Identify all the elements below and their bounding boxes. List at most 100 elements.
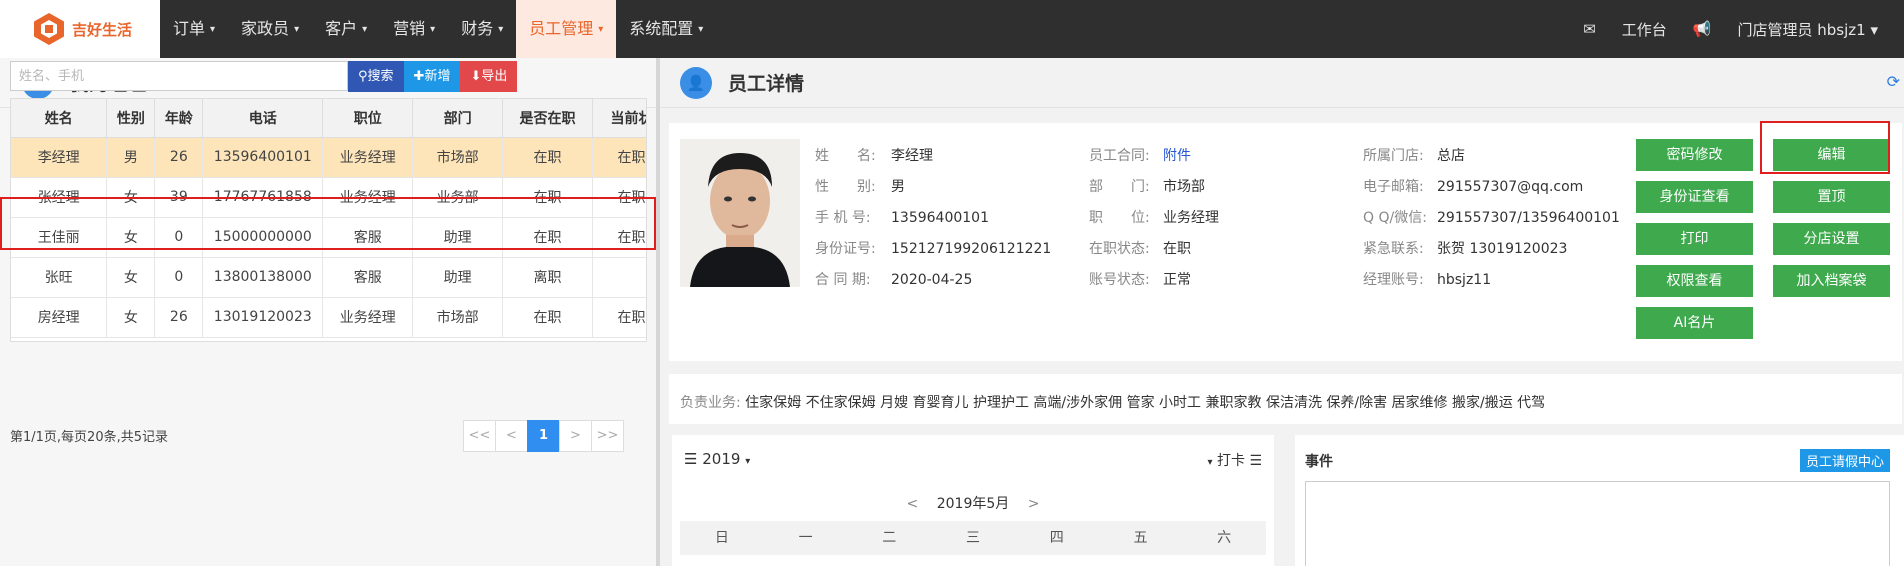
column-header[interactable]: 姓名: [11, 99, 108, 138]
nav-system-config[interactable]: 系统配置 ▾: [616, 0, 716, 58]
edit-button-highlight: [1760, 121, 1890, 174]
main-nav: 订单 ▾ 家政员 ▾ 客户 ▾ 营销 ▾ 财务 ▾ 员工管理 ▾ 系统配置 ▾: [160, 0, 716, 58]
weekday-label: 日: [714, 530, 729, 546]
export-button[interactable]: ⬇导出: [460, 61, 518, 92]
nav-right: ✉ 工作台 📢 门店管理员 hbsjz1 ▾: [1583, 0, 1904, 58]
events-card: 事件 员工请假中心: [1295, 435, 1904, 566]
ai-card-button[interactable]: AI名片: [1636, 307, 1753, 339]
megaphone-icon[interactable]: 📢: [1693, 20, 1712, 38]
search-button[interactable]: ⚲搜索: [348, 61, 404, 92]
cell-status: 在职: [592, 297, 646, 338]
cell-employed: 在职: [502, 137, 593, 178]
page-last-button[interactable]: >>: [591, 420, 624, 452]
column-header[interactable]: 当前状: [592, 99, 646, 138]
workbench-link[interactable]: 工作台: [1622, 19, 1667, 40]
nav-staff-management[interactable]: 员工管理 ▾: [516, 0, 617, 58]
add-to-archive-button[interactable]: 加入档案袋: [1773, 265, 1890, 297]
search-input[interactable]: [10, 61, 348, 91]
column-header[interactable]: 性别: [106, 99, 156, 138]
info-column-job: 员工合同: 附件 部 门: 市场部 职 位: 业务经理 在职状态: 在职 账号状态: 正常: [1089, 141, 1219, 296]
cell-employed: 在职: [502, 217, 593, 258]
info-row: Q Q/微信: 291557307/13596400101: [1363, 210, 1620, 226]
cell-phone: 13596400101: [202, 137, 324, 178]
cell-department: 助理: [412, 257, 504, 298]
info-row: 手 机 号: 13596400101: [815, 210, 989, 226]
info-row: 性 别: 男: [815, 179, 905, 195]
cell-position: 客服: [322, 257, 414, 298]
calendar-card: ☰ 2019 ▾ ▾ 打卡 ☰ < 2019年5月 > 日 一 二 三 四 五 …: [672, 435, 1274, 566]
info-row: 经理账号: hbsjz11: [1363, 272, 1492, 288]
next-month-icon[interactable]: >: [1028, 496, 1040, 512]
year-dropdown[interactable]: ☰ 2019 ▾: [684, 450, 750, 468]
info-row: 身份证号: 152127199206121221: [815, 241, 1052, 257]
user-menu[interactable]: 门店管理员 hbsjz1 ▾: [1738, 19, 1879, 40]
change-password-button[interactable]: 密码修改: [1636, 139, 1753, 171]
cell-name: 房经理: [11, 297, 108, 338]
branch-settings-button[interactable]: 分店设置: [1773, 223, 1890, 255]
pin-top-button[interactable]: 置顶: [1773, 181, 1890, 213]
user-icon: 👤: [680, 66, 712, 99]
prev-month-icon[interactable]: <: [907, 496, 919, 512]
nav-housekeepers[interactable]: 家政员 ▾: [228, 0, 312, 58]
duty-line: 负责业务: 住家保姆 不住家保姆 月嫂 育婴育儿 护理护工 高端/涉外家佣 管家…: [680, 392, 1545, 412]
cell-employed: 在职: [502, 177, 593, 218]
table-row[interactable]: 李经理 男 26 13596400101 业务经理 市场部 在职 在职: [11, 137, 646, 178]
info-row: 所属门店: 总店: [1363, 148, 1465, 164]
pagination-info: 第1/1页,每页20条,共5记录: [10, 430, 168, 445]
info-row: 部 门: 市场部: [1089, 179, 1205, 195]
cell-gender: 女: [106, 257, 156, 298]
contract-attachment-link[interactable]: 附件: [1163, 148, 1191, 164]
info-row: 紧急联系: 张贺 13019120023: [1363, 241, 1568, 257]
punch-dropdown[interactable]: ▾ 打卡 ☰: [1208, 450, 1263, 470]
cell-status: [592, 257, 646, 298]
table-row[interactable]: 王佳丽 女 0 15000000000 客服 助理 在职 在职: [11, 217, 646, 258]
page-prev-button[interactable]: <: [495, 420, 528, 452]
info-row: 账号状态: 正常: [1089, 272, 1191, 288]
info-row: 员工合同: 附件: [1089, 148, 1191, 164]
nav-orders[interactable]: 订单 ▾: [160, 0, 228, 58]
leave-center-button[interactable]: 员工请假中心: [1799, 449, 1890, 472]
table-row[interactable]: 张经理 女 39 17767761858 业务经理 业务部 在职 在职: [11, 177, 646, 218]
page-first-button[interactable]: <<: [463, 420, 496, 452]
weekday-label: 二: [882, 530, 897, 546]
chevron-down-icon: ▾: [498, 24, 504, 35]
cell-status: 在职: [592, 137, 646, 178]
page-current-button[interactable]: 1: [527, 420, 560, 452]
refresh-icon[interactable]: ⟳: [1887, 72, 1900, 91]
chevron-down-icon: ▾: [1207, 457, 1213, 468]
column-header[interactable]: 电话: [202, 99, 324, 138]
cell-department: 业务部: [412, 177, 504, 218]
events-title: 事件: [1305, 454, 1333, 470]
column-header[interactable]: 职位: [322, 99, 414, 138]
page-next-button[interactable]: >: [559, 420, 592, 452]
view-id-card-button[interactable]: 身份证查看: [1636, 181, 1753, 213]
cell-name: 张旺: [11, 257, 108, 298]
chevron-down-icon: ▾: [294, 24, 300, 35]
print-button[interactable]: 打印: [1636, 223, 1753, 255]
cell-gender: 女: [106, 217, 156, 258]
table-row[interactable]: 张旺 女 0 13800138000 客服 助理 离职: [11, 257, 646, 298]
chevron-down-icon: ▾: [698, 24, 704, 35]
download-icon: ⬇: [470, 69, 482, 84]
cell-gender: 男: [106, 137, 156, 178]
nav-customers[interactable]: 客户 ▾: [312, 0, 380, 58]
weekday-header: 日 一 二 三 四 五 六: [680, 521, 1266, 555]
duty-value: 住家保姆 不住家保姆 月嫂 育婴育儿 护理护工 高端/涉外家佣 管家 小时工 兼…: [745, 395, 1546, 411]
brand-logo[interactable]: 吉好生活: [0, 0, 160, 58]
column-header[interactable]: 部门: [412, 99, 504, 138]
table-row[interactable]: 房经理 女 26 13019120023 业务经理 市场部 在职 在职: [11, 297, 646, 338]
month-label: 2019年5月: [936, 496, 1010, 512]
cell-gender: 女: [106, 297, 156, 338]
nav-marketing[interactable]: 营销 ▾: [380, 0, 448, 58]
nav-finance[interactable]: 财务 ▾: [448, 0, 516, 58]
cell-status: 在职: [592, 217, 646, 258]
mail-icon[interactable]: ✉: [1583, 20, 1596, 38]
cell-age: 0: [154, 217, 204, 258]
weekday-label: 六: [1217, 530, 1232, 546]
chevron-down-icon: ▾: [430, 24, 436, 35]
view-permissions-button[interactable]: 权限查看: [1636, 265, 1753, 297]
column-header[interactable]: 是否在职: [502, 99, 593, 138]
search-toolbar: ⚲搜索 ✚新增 ⬇导出: [10, 61, 518, 92]
column-header[interactable]: 年龄: [154, 99, 204, 138]
add-button[interactable]: ✚新增: [403, 61, 461, 92]
